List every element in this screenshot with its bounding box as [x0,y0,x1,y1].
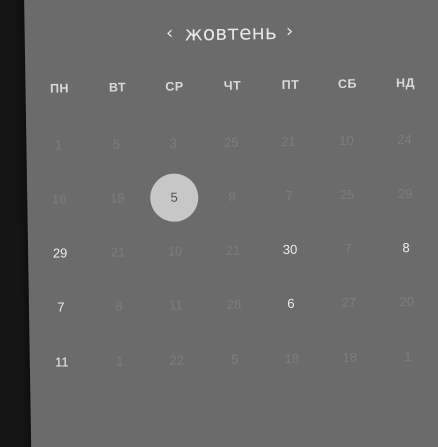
day-cell[interactable]: 3 [153,131,193,156]
day-cell[interactable]: 5 [215,347,255,372]
day-cell[interactable]: 30 [270,238,310,263]
day-cell[interactable]: 10 [155,239,195,264]
day-cell[interactable]: 18 [330,346,370,371]
day-cell[interactable]: 8 [99,294,139,319]
day-cell[interactable]: 11 [156,293,196,318]
day-cell[interactable]: 8 [386,236,426,261]
day-cell[interactable]: 29 [385,182,425,207]
day-cell[interactable]: 1 [388,345,428,370]
day-cell[interactable]: 29 [40,241,80,266]
calendar-panel: ‹ жовтень › ПН ВТ СР ЧТ ПТ СБ НД 1 5 3 25 21… [24,0,438,447]
day-cell[interactable]: 21 [213,238,253,263]
day-cell[interactable]: 18 [272,347,312,372]
day-cell[interactable]: 18 [97,186,137,211]
day-cell[interactable]: 20 [387,290,427,315]
day-cell[interactable]: 16 [39,187,79,212]
day-cell[interactable]: 7 [41,295,81,320]
day-cell[interactable]: 24 [384,128,424,153]
day-cell[interactable]: 7 [328,237,368,262]
day-cell[interactable]: 7 [269,184,309,209]
days-grid: 1 5 3 25 21 10 24 16 18 5 9 7 25 29 29 21 10 21 30 7 8 7 8 11 28… [24,0,438,447]
day-cell[interactable]: 1 [38,133,78,158]
day-cell[interactable]: 6 [271,292,311,317]
day-cell[interactable]: 25 [327,183,367,208]
day-cell[interactable]: 21 [268,130,308,155]
day-cell[interactable]: 28 [214,292,254,317]
day-cell[interactable]: 9 [212,184,252,209]
calendar-screen: ‹ жовтень › ПН ВТ СР ЧТ ПТ СБ НД 1 5 3 25 21… [0,0,438,447]
day-cell[interactable]: 25 [211,130,251,155]
day-cell[interactable]: 10 [326,129,366,154]
day-cell[interactable]: 21 [98,240,138,265]
day-cell[interactable]: 27 [329,291,369,316]
day-cell[interactable]: 1 [100,349,140,374]
day-cell[interactable]: 22 [157,348,197,373]
day-cell[interactable]: 5 [96,132,136,157]
day-cell-selected[interactable]: 5 [149,173,199,223]
day-cell[interactable]: 11 [42,350,82,375]
